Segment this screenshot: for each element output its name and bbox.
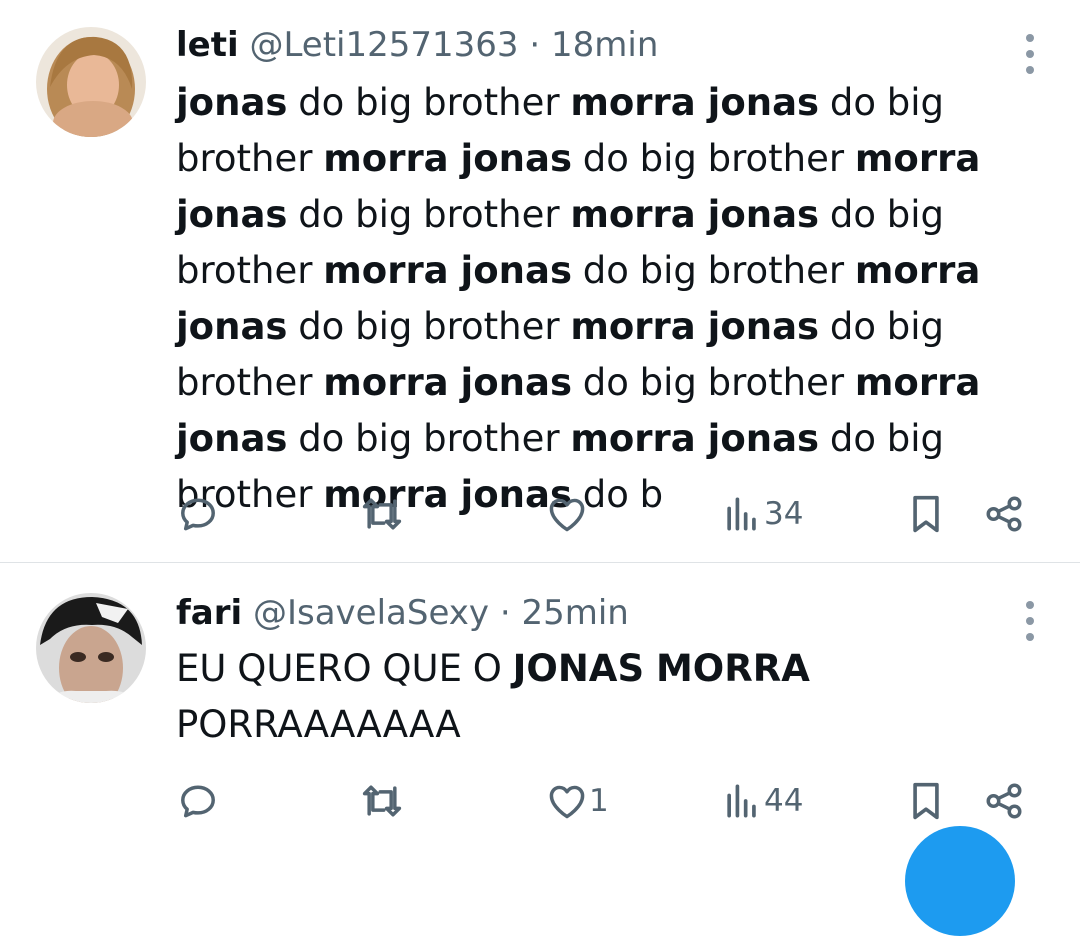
tweet[interactable]: leti @Leti12571363 · 18min jonas do big … [0, 0, 1080, 562]
bold-text: JONAS MORRA [512, 647, 810, 690]
tweet-header: fari @IsavelaSexy · 25min [176, 591, 629, 635]
text-run: do big brother [287, 81, 571, 124]
views-icon [727, 784, 756, 818]
views-button[interactable]: 34 [724, 486, 803, 542]
display-name[interactable]: leti [176, 25, 239, 65]
avatar[interactable] [36, 27, 146, 137]
bold-text: morra jonas [570, 81, 820, 124]
share-button[interactable] [983, 773, 1025, 829]
timestamp[interactable]: 18min [551, 25, 658, 65]
text-run: do big brother [287, 417, 571, 460]
bold-text: morra jonas [570, 305, 820, 348]
bookmark-icon [913, 495, 939, 533]
text-run: do big brother [571, 249, 855, 292]
tweet[interactable]: fari @IsavelaSexy · 25min EU QUERO QUE O… [0, 563, 1080, 841]
bookmark-button[interactable] [906, 486, 946, 542]
text-run: EU QUERO QUE O [176, 647, 513, 690]
action-bar: 34 [0, 486, 1080, 542]
text-run: do big brother [287, 193, 571, 236]
share-icon [986, 783, 1022, 819]
text-run: do big brother [571, 361, 855, 404]
display-name[interactable]: fari [176, 593, 242, 633]
tweet-text: jonas do big brother morra jonas do big … [176, 75, 1026, 523]
bold-text: jonas [176, 81, 288, 124]
bold-text: morra jonas [570, 193, 820, 236]
text-run: do big brother [571, 137, 855, 180]
user-handle[interactable]: @IsavelaSexy [253, 593, 489, 633]
bold-text: morra jonas [323, 249, 572, 292]
avatar[interactable] [36, 593, 146, 703]
user-handle[interactable]: @Leti12571363 [249, 25, 518, 65]
more-icon[interactable] [1024, 34, 1036, 74]
tweet-text: EU QUERO QUE O JONAS MORRA PORRAAAAAAA [176, 641, 876, 753]
action-bar: 1 44 [0, 773, 1080, 829]
share-button[interactable] [983, 486, 1025, 542]
like-icon [549, 498, 585, 532]
retweet-icon [362, 498, 402, 530]
retweet-icon [362, 785, 402, 817]
views-count: 44 [764, 783, 804, 819]
share-icon [986, 496, 1022, 532]
reply-button[interactable] [176, 773, 220, 829]
separator: · [499, 593, 511, 633]
reply-icon [181, 785, 215, 818]
timestamp[interactable]: 25min [521, 593, 628, 633]
retweet-button[interactable] [358, 773, 406, 829]
like-icon [549, 785, 585, 819]
bold-text: morra jonas [323, 361, 572, 404]
views-count: 34 [764, 496, 804, 532]
like-button[interactable] [545, 486, 589, 542]
separator: · [529, 25, 541, 65]
compose-button[interactable] [905, 826, 1015, 936]
like-button[interactable]: 1 [545, 773, 609, 829]
tweet-header: leti @Leti12571363 · 18min [176, 23, 658, 67]
text-run: do big brother [287, 305, 571, 348]
bold-text: morra jonas [323, 137, 572, 180]
retweet-button[interactable] [358, 486, 406, 542]
bold-text: morra jonas [570, 417, 820, 460]
bookmark-icon [913, 782, 939, 820]
reply-button[interactable] [176, 486, 220, 542]
views-button[interactable]: 44 [724, 773, 803, 829]
more-icon[interactable] [1024, 601, 1036, 641]
views-icon [727, 497, 756, 531]
like-count: 1 [589, 783, 609, 819]
text-run: PORRAAAAAAA [176, 703, 461, 746]
reply-icon [181, 498, 215, 531]
bookmark-button[interactable] [906, 773, 946, 829]
